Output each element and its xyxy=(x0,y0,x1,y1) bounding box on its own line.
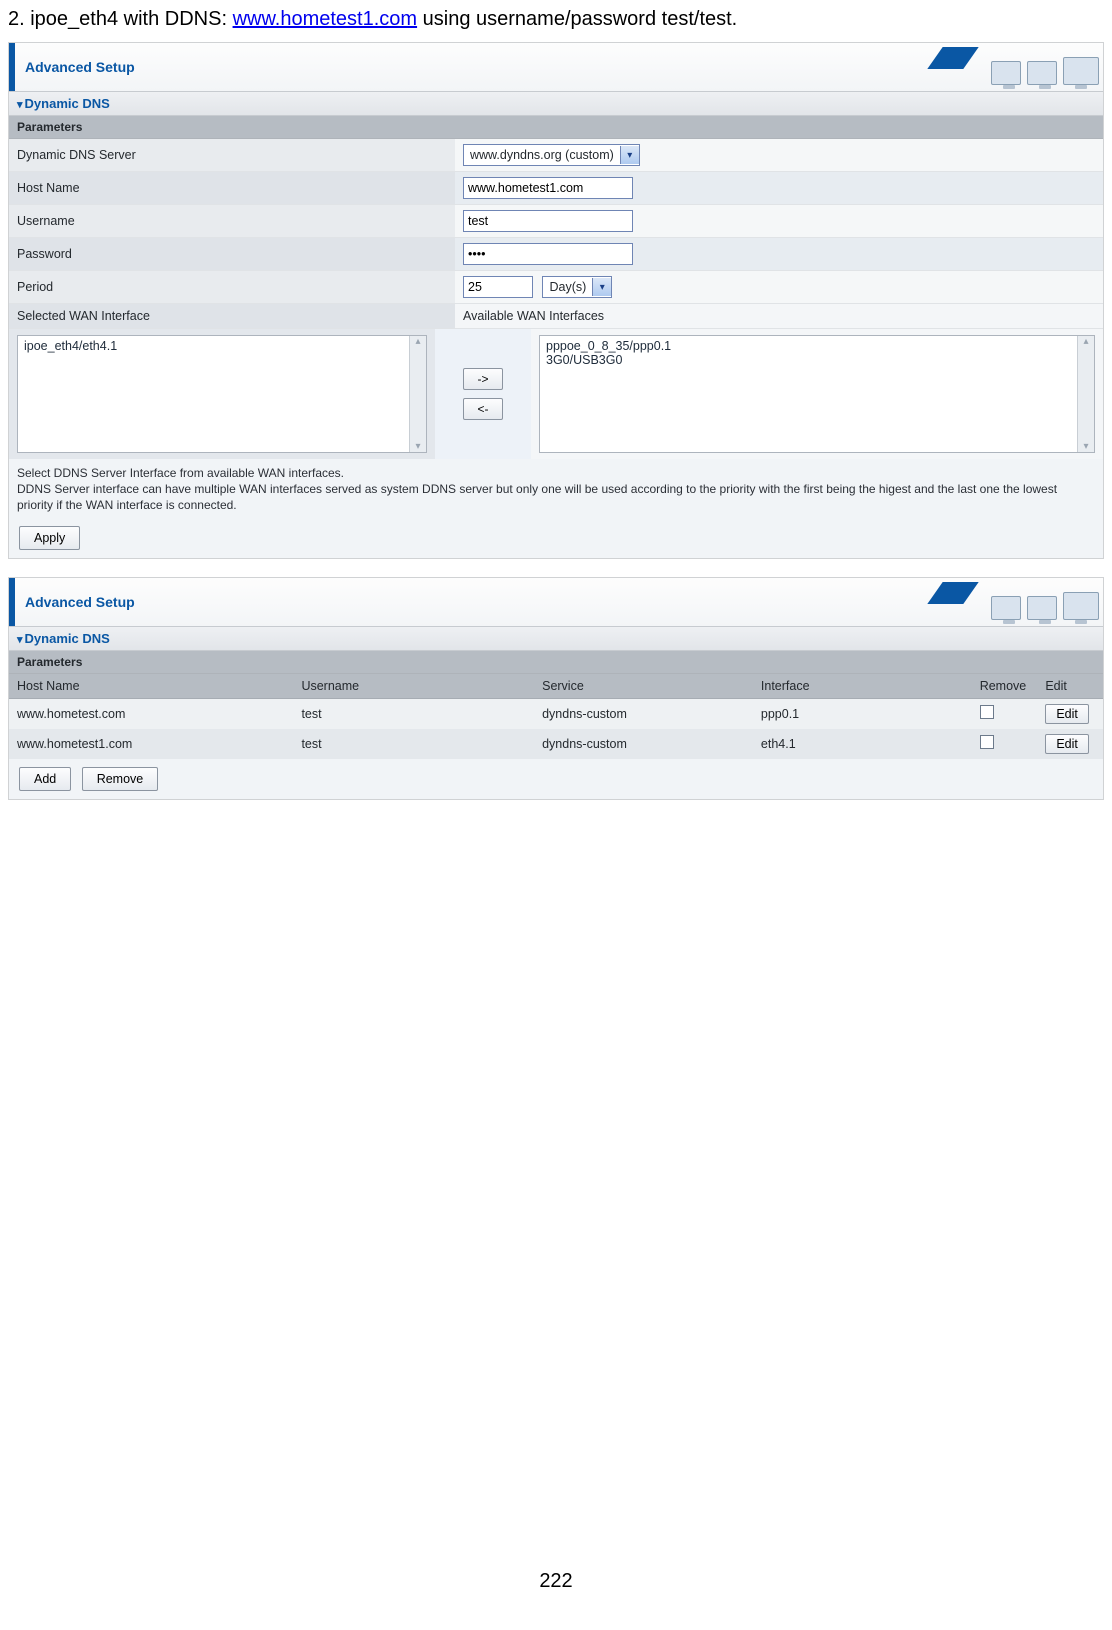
col-hostname: Host Name xyxy=(9,674,293,699)
cell-interface: ppp0.1 xyxy=(753,698,972,729)
section-title: Dynamic DNS xyxy=(25,631,110,646)
chevron-down-icon: ▾ xyxy=(620,146,639,164)
panel-title: Advanced Setup xyxy=(25,59,135,75)
intro-suffix: using username/password test/test. xyxy=(417,8,737,30)
edit-button[interactable]: Edit xyxy=(1045,734,1089,754)
intro-link[interactable]: www.hometest1.com xyxy=(233,8,418,30)
help-text: Select DDNS Server Interface from availa… xyxy=(9,459,1103,518)
accent-bar xyxy=(9,43,15,91)
password-input[interactable] xyxy=(463,243,633,265)
parameters-header: Parameters xyxy=(9,651,1103,674)
col-interface: Interface xyxy=(753,674,972,699)
edit-button[interactable]: Edit xyxy=(1045,704,1089,724)
cell-username: test xyxy=(293,698,534,729)
intro-prefix: 2. ipoe_eth4 with DDNS: xyxy=(8,8,233,30)
table-row: www.hometest.com test dyndns-custom ppp0… xyxy=(9,698,1103,729)
available-wan-listbox[interactable]: pppoe_0_8_35/ppp0.1 3G0/USB3G0 ▴▾ xyxy=(539,335,1095,453)
ddns-table: Host Name Username Service Interface Rem… xyxy=(9,674,1103,759)
wan-interface-row: ipoe_eth4/eth4.1 ▴▾ -> <- pppoe_0_8_35/p… xyxy=(9,329,1103,459)
parameters-form: Dynamic DNS Server www.dyndns.org (custo… xyxy=(9,139,1103,329)
selected-wan-items: ipoe_eth4/eth4.1 xyxy=(18,336,426,356)
remove-checkbox[interactable] xyxy=(980,705,994,719)
ddns-server-select[interactable]: www.dyndns.org (custom) ▾ xyxy=(463,144,640,166)
host-name-label: Host Name xyxy=(9,172,455,205)
remove-button[interactable]: Remove xyxy=(82,767,159,791)
ddns-server-value: www.dyndns.org (custom) xyxy=(464,148,620,162)
section-title: Dynamic DNS xyxy=(25,96,110,111)
cell-service: dyndns-custom xyxy=(534,698,753,729)
col-username: Username xyxy=(293,674,534,699)
ddns-server-label: Dynamic DNS Server xyxy=(9,139,455,172)
header-banner-icon xyxy=(959,47,1099,87)
password-label: Password xyxy=(9,238,455,271)
panel-ddns-list: Advanced Setup ▾Dynamic DNS Parameters H… xyxy=(8,577,1104,800)
scrollbar[interactable]: ▴▾ xyxy=(1077,336,1094,452)
cell-hostname: www.hometest1.com xyxy=(9,729,293,759)
intro-text: 2. ipoe_eth4 with DDNS: www.hometest1.co… xyxy=(8,6,1104,32)
scrollbar[interactable]: ▴▾ xyxy=(409,336,426,452)
selected-wan-label: Selected WAN Interface xyxy=(9,304,455,329)
col-service: Service xyxy=(534,674,753,699)
cell-interface: eth4.1 xyxy=(753,729,972,759)
remove-checkbox[interactable] xyxy=(980,735,994,749)
period-unit-select[interactable]: Day(s) ▾ xyxy=(542,276,612,298)
cell-service: dyndns-custom xyxy=(534,729,753,759)
accent-bar xyxy=(9,578,15,626)
panel-header: Advanced Setup xyxy=(9,578,1103,626)
period-input[interactable] xyxy=(463,276,533,298)
parameters-header: Parameters xyxy=(9,116,1103,139)
section-header[interactable]: ▾Dynamic DNS xyxy=(9,91,1103,116)
period-label: Period xyxy=(9,271,455,304)
panel-ddns-config: Advanced Setup ▾Dynamic DNS Parameters D… xyxy=(8,42,1104,559)
cell-hostname: www.hometest.com xyxy=(9,698,293,729)
available-wan-label: Available WAN Interfaces xyxy=(455,304,1103,328)
host-name-input[interactable] xyxy=(463,177,633,199)
panel-title: Advanced Setup xyxy=(25,594,135,610)
section-header[interactable]: ▾Dynamic DNS xyxy=(9,626,1103,651)
help-line-2: DDNS Server interface can have multiple … xyxy=(17,481,1095,513)
col-edit: Edit xyxy=(1037,674,1103,699)
add-button[interactable]: Add xyxy=(19,767,71,791)
cell-username: test xyxy=(293,729,534,759)
header-banner-icon xyxy=(959,582,1099,622)
table-row: www.hometest1.com test dyndns-custom eth… xyxy=(9,729,1103,759)
panel-header: Advanced Setup xyxy=(9,43,1103,91)
col-remove: Remove xyxy=(972,674,1038,699)
period-unit-value: Day(s) xyxy=(543,280,592,294)
help-line-1: Select DDNS Server Interface from availa… xyxy=(17,465,1095,481)
move-right-button[interactable]: -> xyxy=(463,368,503,390)
selected-wan-listbox[interactable]: ipoe_eth4/eth4.1 ▴▾ xyxy=(17,335,427,453)
apply-button[interactable]: Apply xyxy=(19,526,80,550)
collapse-arrow-icon: ▾ xyxy=(17,99,23,111)
available-wan-items: pppoe_0_8_35/ppp0.1 3G0/USB3G0 xyxy=(540,336,1094,370)
table-header-row: Host Name Username Service Interface Rem… xyxy=(9,674,1103,699)
username-input[interactable] xyxy=(463,210,633,232)
chevron-down-icon: ▾ xyxy=(592,278,611,296)
collapse-arrow-icon: ▾ xyxy=(17,634,23,646)
username-label: Username xyxy=(9,205,455,238)
move-left-button[interactable]: <- xyxy=(463,398,503,420)
page-number: 222 xyxy=(8,1570,1104,1613)
